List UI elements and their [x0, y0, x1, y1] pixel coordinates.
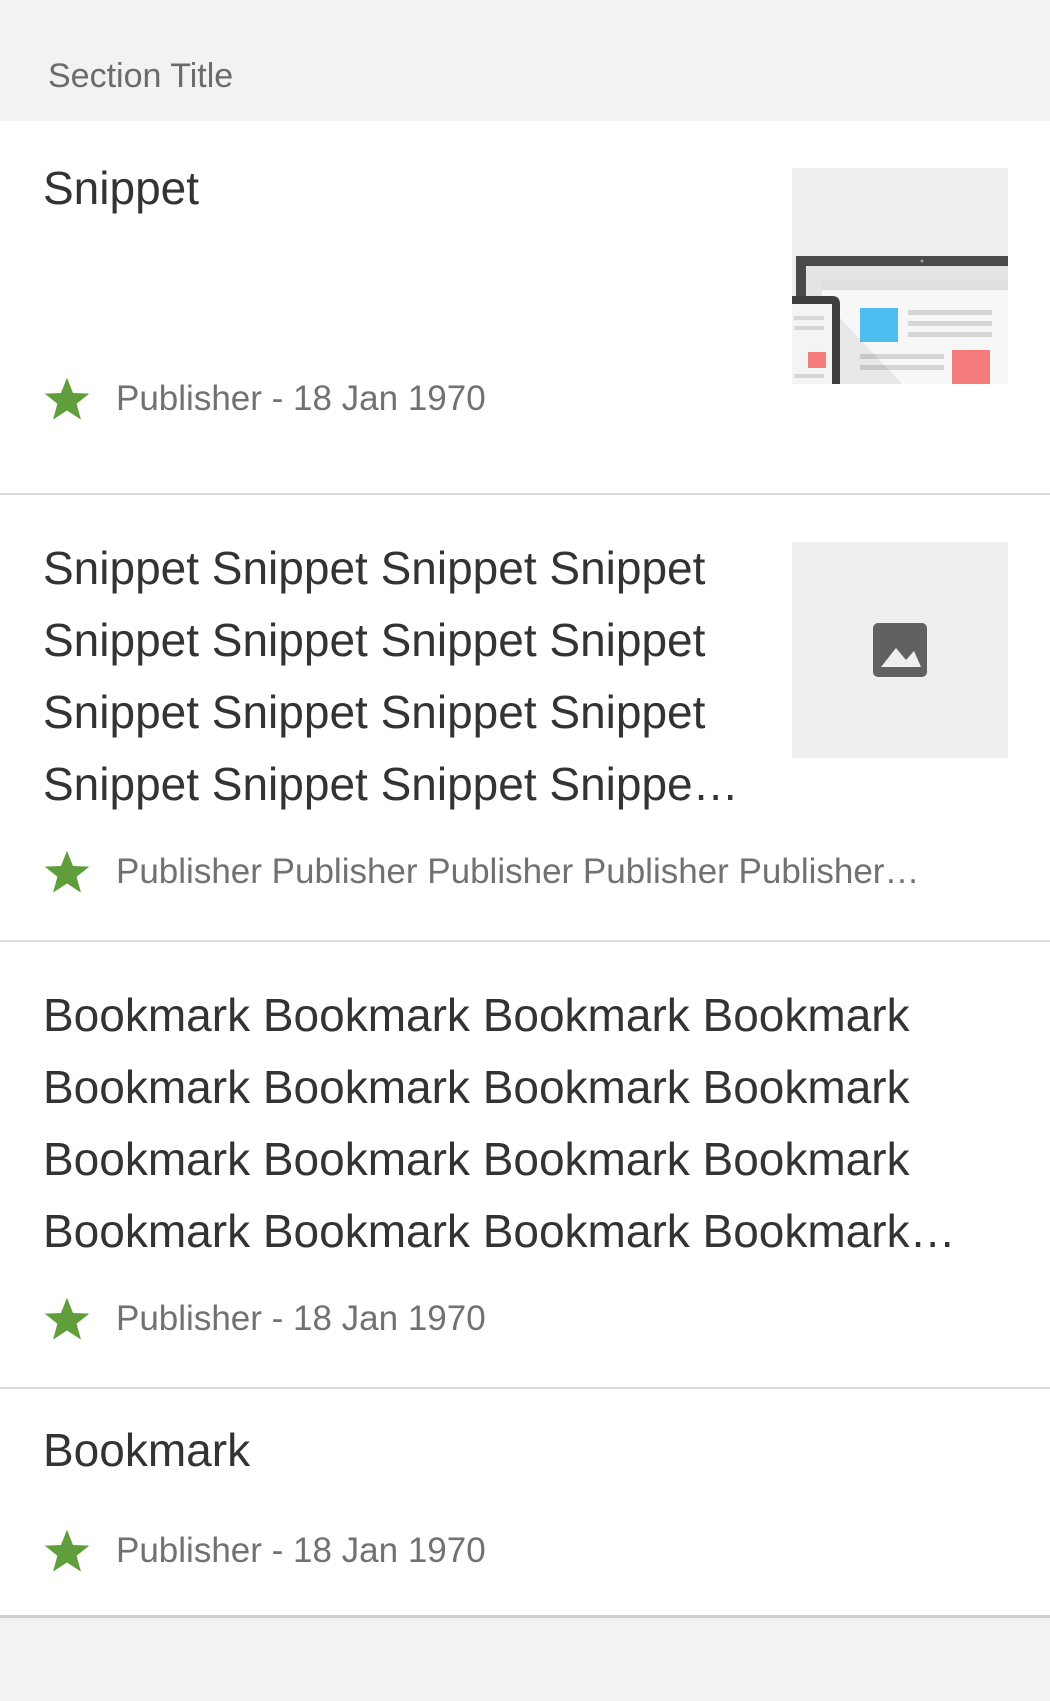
bookmark-meta: Publisher - 18 Jan 1970	[42, 1526, 742, 1576]
bookmark-meta: Publisher - 18 Jan 1970	[42, 1294, 942, 1344]
star-icon	[44, 1297, 90, 1340]
article-meta: Publisher - 18 Jan 1970	[42, 374, 742, 424]
publisher-name: Publisher Publisher Publisher Publisher …	[116, 852, 920, 891]
bookmark-card[interactable]: Bookmark Publisher - 18 Jan 1970	[0, 1389, 1050, 1618]
article-card[interactable]: Snippet Snippet Snippet Snippet Snippet …	[0, 495, 1050, 942]
article-meta: Publisher Publisher Publisher Publisher …	[42, 847, 942, 897]
article-thumbnail	[792, 168, 1008, 384]
bookmark-card[interactable]: Bookmark Bookmark Bookmark Bookmark Book…	[0, 942, 1050, 1389]
article-card[interactable]: Snippet Publisher - 18 Jan 1970	[0, 121, 1050, 495]
article-headline: Snippet	[43, 162, 200, 214]
star-icon	[44, 850, 90, 893]
publisher-date: Publisher - 18 Jan 1970	[116, 1299, 486, 1338]
article-thumbnail	[792, 542, 1008, 758]
star-icon	[44, 377, 90, 420]
article-headline: Snippet Snippet Snippet Snippet Snippet …	[43, 542, 739, 810]
publisher-date: Publisher - 18 Jan 1970	[116, 379, 486, 418]
section-header: Section Title	[0, 0, 1050, 121]
star-icon	[44, 1529, 90, 1572]
image-placeholder-icon	[792, 542, 1008, 758]
publisher-date: Publisher - 18 Jan 1970	[116, 1531, 486, 1570]
article-illustration-thumbnail	[792, 168, 1008, 384]
bookmark-headline: Bookmark Bookmark Bookmark Bookmark Book…	[43, 989, 956, 1257]
bookmark-headline: Bookmark	[43, 1424, 251, 1476]
section-title: Section Title	[48, 57, 234, 95]
